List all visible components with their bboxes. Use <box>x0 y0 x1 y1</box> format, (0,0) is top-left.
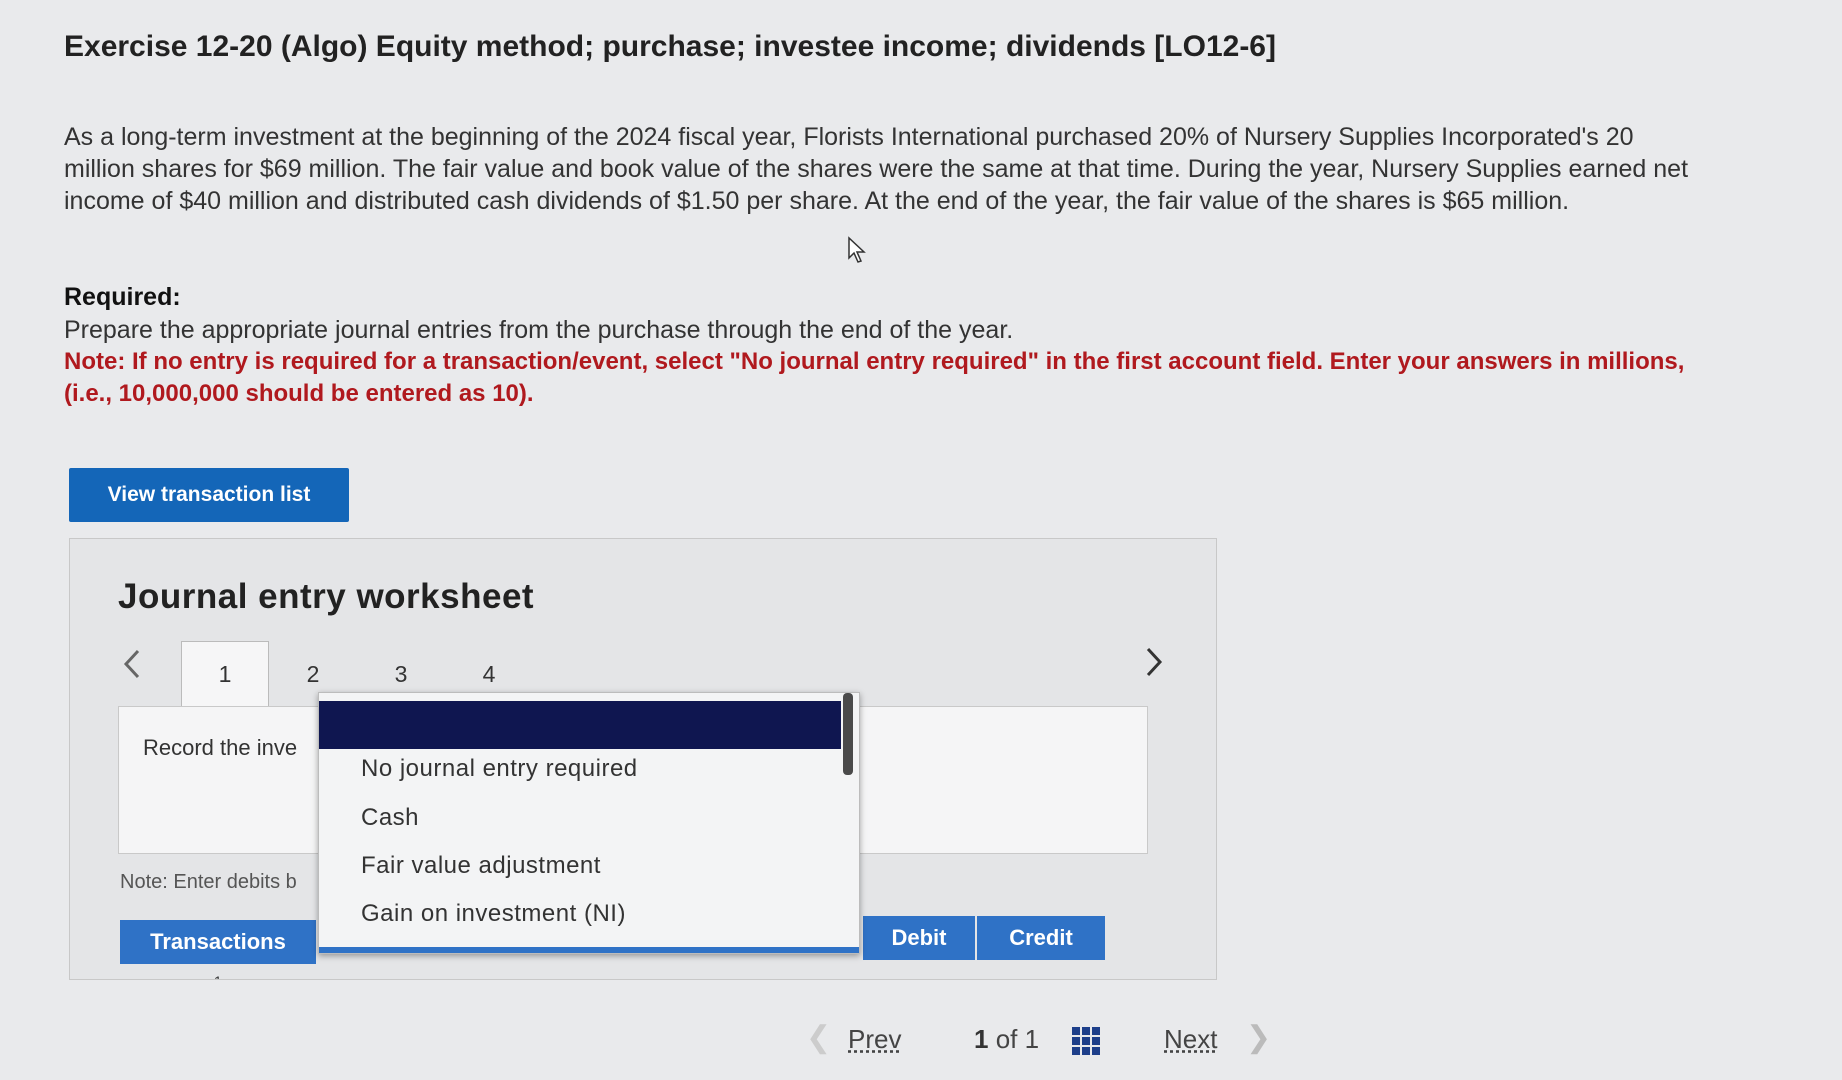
dropdown-bottom-bar <box>319 947 859 953</box>
prev-link[interactable]: Prev <box>848 1024 901 1055</box>
total-pages: 1 <box>1024 1024 1040 1054</box>
chevron-right-icon[interactable] <box>1142 645 1164 688</box>
exercise-title: Exercise 12-20 (Algo) Equity method; pur… <box>64 30 1276 63</box>
dropdown-option-cash[interactable]: Cash <box>361 804 419 832</box>
transactions-header: Transactions <box>120 920 316 964</box>
chevron-right-icon-svg <box>1146 647 1163 677</box>
tab-1[interactable]: 1 <box>181 641 269 707</box>
worksheet-note: Note: Enter debits b <box>120 871 297 893</box>
chevron-left-icon[interactable] <box>122 647 144 690</box>
dropdown-scrollbar[interactable] <box>843 693 853 775</box>
required-text: Prepare the appropriate journal entries … <box>64 316 1014 344</box>
dropdown-selected-option[interactable] <box>319 701 841 749</box>
problem-statement: As a long-term investment at the beginni… <box>64 123 1689 215</box>
chevron-prev-icon: ❮ <box>806 1021 832 1054</box>
of-label: of <box>995 1024 1018 1054</box>
dropdown-option-gain-on-investment[interactable]: Gain on investment (NI) <box>361 900 626 928</box>
view-transaction-list-button[interactable]: View transaction list <box>69 468 349 522</box>
credit-header: Credit <box>977 916 1105 960</box>
current-page: 1 <box>974 1024 989 1054</box>
account-dropdown[interactable]: No journal entry required Cash Fair valu… <box>318 692 860 954</box>
chevron-next-icon: ❯ <box>1246 1021 1272 1054</box>
worksheet-title: Journal entry worksheet <box>118 577 535 616</box>
dropdown-option-fair-value-adjustment[interactable]: Fair value adjustment <box>361 852 601 880</box>
chevron-left-icon-svg <box>123 649 140 679</box>
page-indicator: 1 of 1 <box>974 1024 1039 1055</box>
required-label: Required: <box>64 283 181 311</box>
required-note: Note: If no entry is required for a tran… <box>64 348 1685 407</box>
debit-header: Debit <box>863 916 975 960</box>
next-link[interactable]: Next <box>1164 1024 1217 1055</box>
mouse-cursor-icon <box>848 236 866 263</box>
entry-description: Record the inve <box>143 735 298 760</box>
dropdown-option-no-entry[interactable]: No journal entry required <box>361 755 638 783</box>
grid-icon[interactable] <box>1072 1027 1100 1055</box>
row-number: 1 <box>214 973 222 979</box>
